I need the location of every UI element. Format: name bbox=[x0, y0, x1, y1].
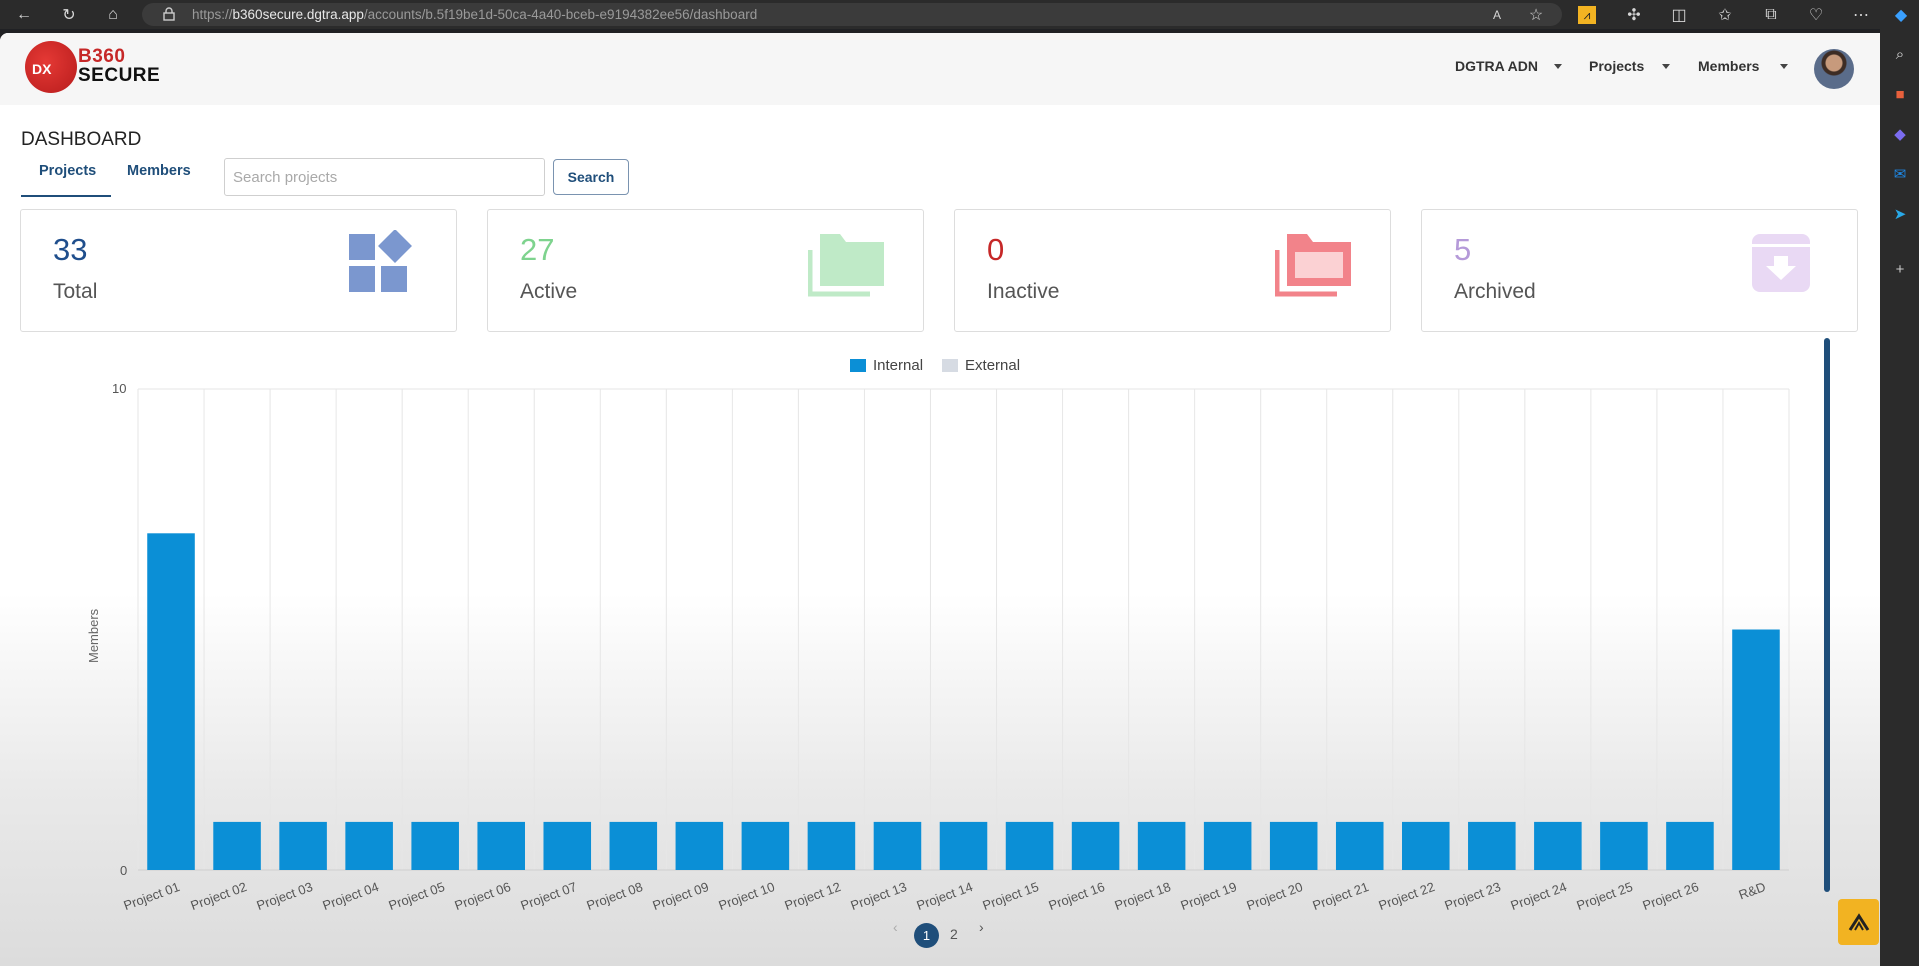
chart-bar[interactable] bbox=[1071, 821, 1120, 870]
chart-bar[interactable] bbox=[1269, 821, 1318, 870]
scrollbar[interactable] bbox=[1824, 338, 1830, 892]
url-text: https://b360secure.dgtra.app/accounts/b.… bbox=[192, 7, 757, 22]
url-prefix: https:// bbox=[192, 7, 233, 22]
chart-bar[interactable] bbox=[1534, 821, 1582, 870]
chart-bar[interactable] bbox=[1600, 821, 1648, 870]
more-menu-icon[interactable]: ⋯ bbox=[1850, 4, 1872, 26]
chart-bar[interactable] bbox=[1005, 821, 1054, 870]
browser-sidebar: ⌕ ■ ◆ ✉ ➤ + bbox=[1880, 29, 1919, 966]
chart-bar[interactable] bbox=[807, 821, 856, 870]
browser-toolbar: ← ↻ ⌂ https://b360secure.dgtra.app/accou… bbox=[0, 0, 1919, 29]
url-host: b360secure.dgtra.app bbox=[232, 7, 364, 22]
pagination-prev[interactable]: ‹ bbox=[893, 919, 898, 935]
chart-bar[interactable] bbox=[213, 821, 261, 870]
split-screen-icon[interactable]: ◫ bbox=[1668, 4, 1690, 26]
chevron-up-icon bbox=[1848, 913, 1869, 931]
back-icon[interactable]: ← bbox=[13, 4, 35, 26]
reload-icon[interactable]: ↻ bbox=[58, 4, 80, 26]
chart-bar[interactable] bbox=[1402, 821, 1450, 870]
chart-bar[interactable] bbox=[873, 821, 922, 870]
collections-icon[interactable]: ⧉ bbox=[1760, 4, 1782, 26]
pagination-page-1[interactable]: 1 bbox=[914, 923, 939, 948]
favorite-star-icon[interactable]: ☆ bbox=[1525, 4, 1547, 26]
favorites-icon[interactable]: ✩ bbox=[1714, 4, 1736, 26]
chart-bar[interactable] bbox=[1335, 821, 1384, 870]
chart-bar[interactable] bbox=[1203, 821, 1252, 870]
chart-bar[interactable] bbox=[609, 821, 658, 870]
scroll-to-top-button[interactable] bbox=[1838, 899, 1879, 945]
app-icon[interactable]: ◆ bbox=[1890, 124, 1910, 144]
add-icon[interactable]: + bbox=[1890, 259, 1910, 279]
chart-bar[interactable] bbox=[1137, 821, 1186, 870]
read-aloud-icon[interactable]: A bbox=[1486, 4, 1508, 26]
copilot-icon[interactable]: ◆ bbox=[1890, 4, 1912, 26]
url-path: /accounts/b.5f19be1d-50ca-4a40-bceb-e919… bbox=[363, 7, 758, 22]
chart-bar[interactable] bbox=[345, 821, 393, 870]
bar-chart bbox=[137, 388, 1790, 871]
chart-bar[interactable] bbox=[411, 821, 459, 870]
chart-bar[interactable] bbox=[1732, 629, 1780, 871]
tools-icon[interactable]: ■ bbox=[1890, 84, 1910, 104]
chart-bar[interactable] bbox=[1468, 821, 1516, 870]
address-bar[interactable]: https://b360secure.dgtra.app/accounts/b.… bbox=[142, 3, 1562, 26]
web-page: DX B360 SECURE DGTRA ADN Projects Members… bbox=[0, 33, 1880, 966]
chart-bar[interactable] bbox=[675, 821, 724, 870]
extension-icon[interactable]: ⩘ bbox=[1578, 6, 1596, 24]
send-icon[interactable]: ➤ bbox=[1890, 204, 1910, 224]
pagination-next[interactable]: › bbox=[979, 919, 984, 935]
home-icon[interactable]: ⌂ bbox=[102, 4, 124, 26]
pagination-page-2[interactable]: 2 bbox=[950, 926, 958, 942]
chart-bar[interactable] bbox=[279, 821, 327, 870]
extensions-puzzle-icon[interactable]: ✣ bbox=[1623, 4, 1645, 26]
browser-essentials-icon[interactable]: ♡ bbox=[1805, 4, 1827, 26]
chart-bar[interactable] bbox=[477, 821, 525, 870]
chart-bar[interactable] bbox=[741, 821, 790, 870]
chart-bar[interactable] bbox=[939, 821, 988, 870]
chart-bar[interactable] bbox=[147, 533, 195, 870]
chart-bar[interactable] bbox=[1666, 821, 1714, 870]
chart-bar[interactable] bbox=[543, 821, 592, 870]
outlook-icon[interactable]: ✉ bbox=[1890, 164, 1910, 184]
lock-icon bbox=[163, 7, 175, 21]
search-icon[interactable]: ⌕ bbox=[1890, 44, 1910, 64]
